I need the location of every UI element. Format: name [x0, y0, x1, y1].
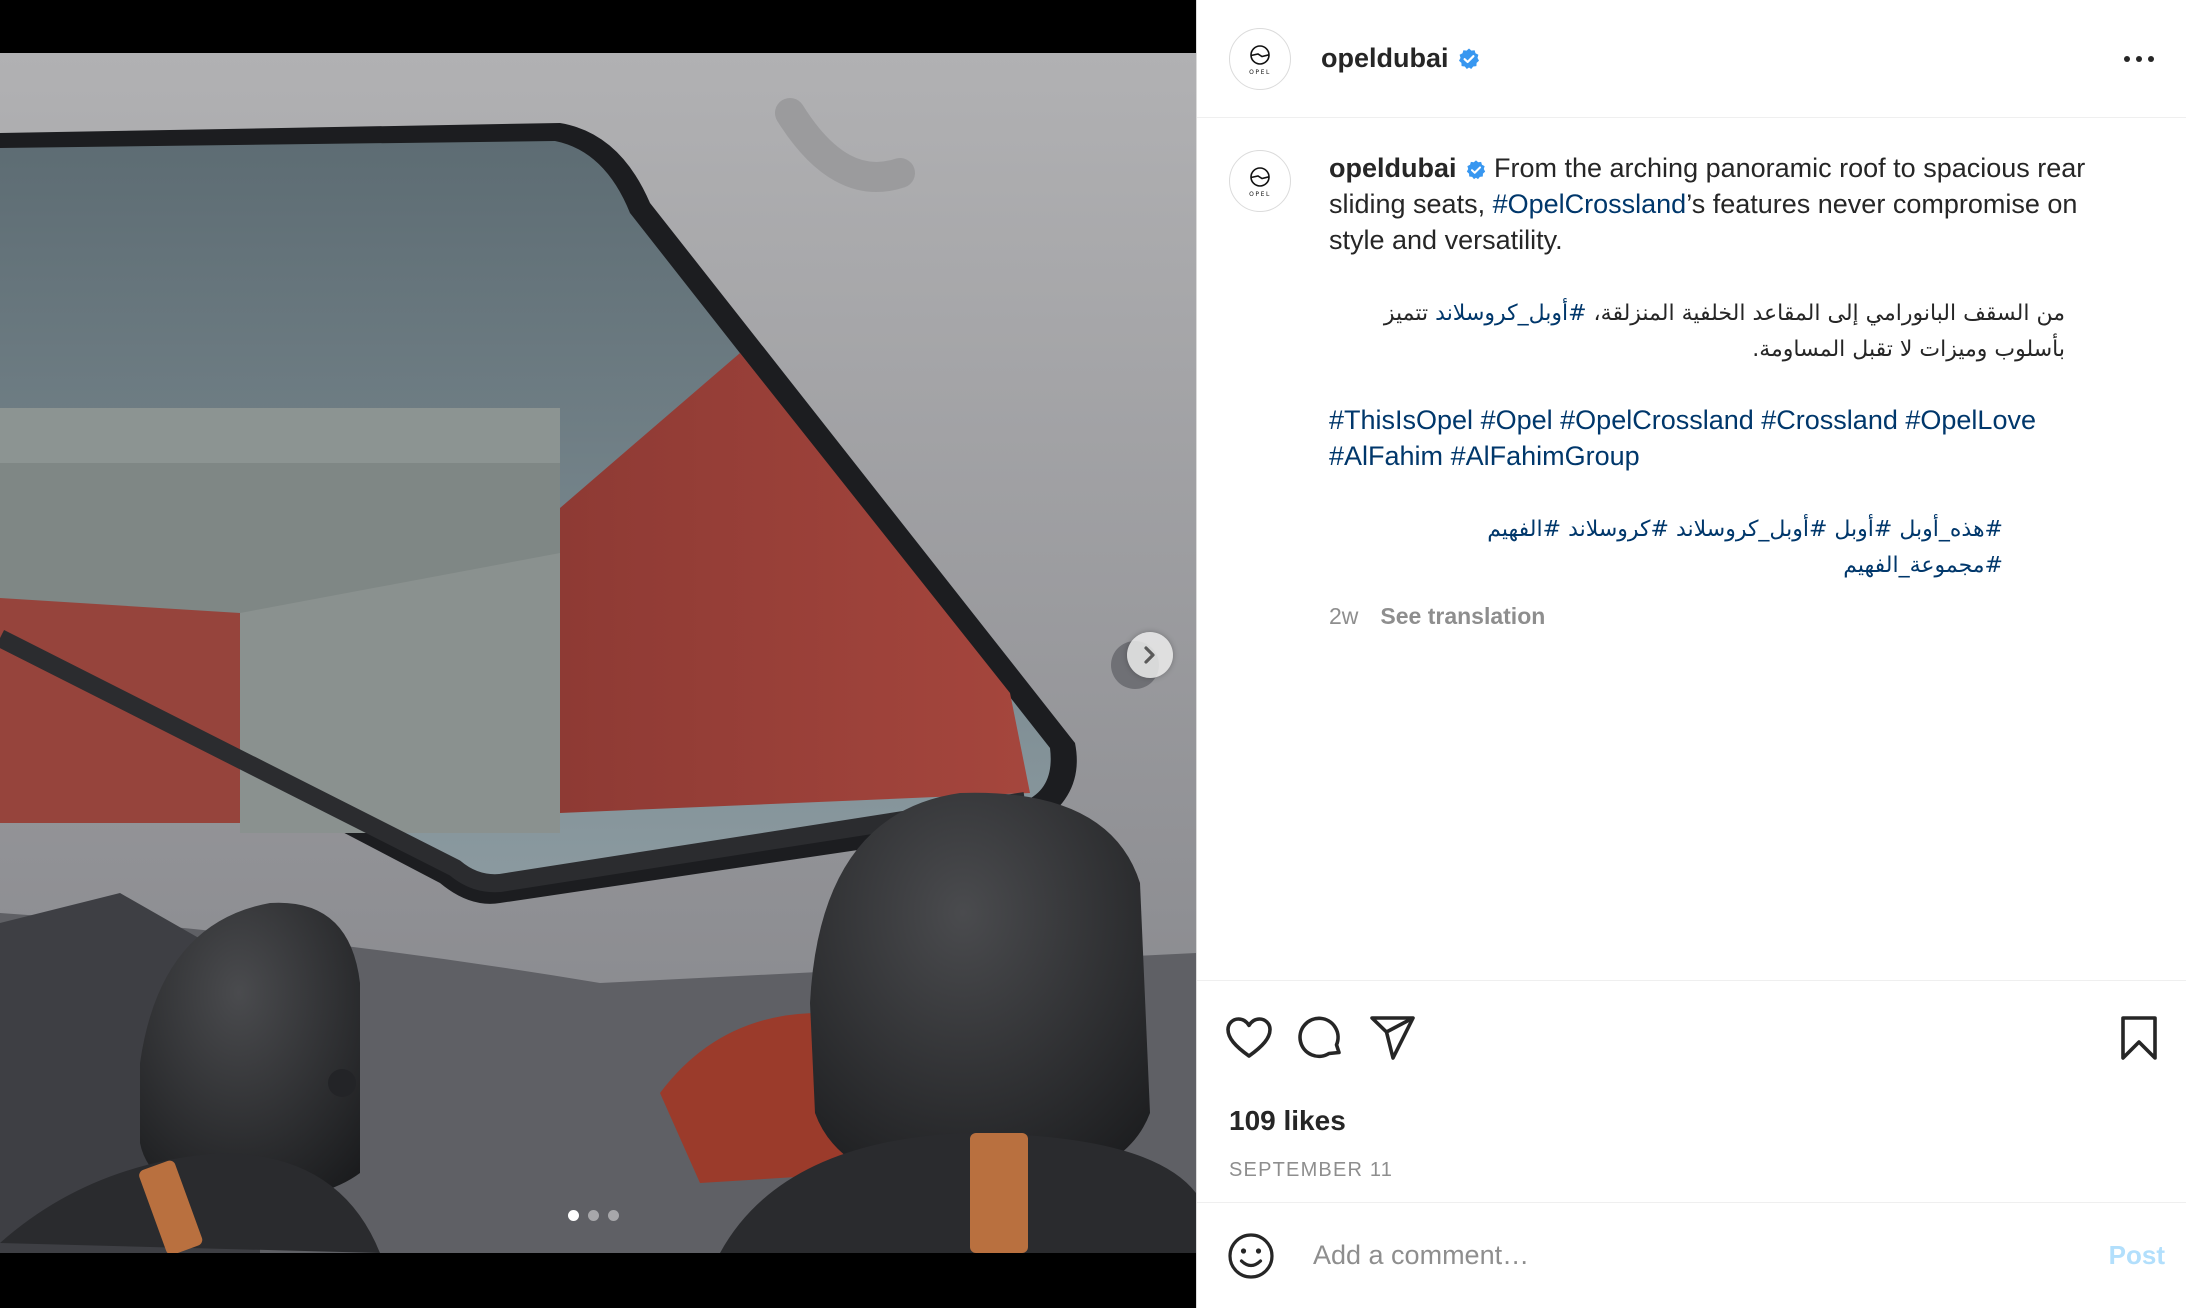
post-side-panel: OPEL opeldubai OPEL opeldubai From the a… [1196, 0, 2186, 1308]
caption-username[interactable]: opeldubai [1329, 153, 1457, 183]
post-header: OPEL opeldubai [1197, 0, 2186, 118]
hashtag-link[interactable]: #Crossland [1761, 405, 1898, 435]
comment-input[interactable] [1311, 1239, 2109, 1272]
caption-english: opeldubai From the arching panoramic roo… [1329, 150, 2119, 258]
hashtag-link[interactable]: #أوبل [1834, 517, 1892, 542]
hashtag-link[interactable]: #OpelCrossland [1560, 405, 1754, 435]
avatar-brand-text: OPEL [1249, 69, 1271, 76]
caption-avatar[interactable]: OPEL [1229, 150, 1291, 212]
action-bar [1197, 981, 2186, 1067]
opel-logo-icon: OPEL [1249, 167, 1271, 198]
post-username[interactable]: opeldubai [1321, 43, 1449, 74]
smiley-icon [1228, 1232, 1274, 1279]
post-photo[interactable] [0, 53, 1196, 1253]
share-button[interactable] [1369, 1015, 1417, 1061]
emoji-button[interactable] [1227, 1232, 1275, 1280]
carousel-next-button[interactable] [1127, 632, 1173, 678]
chevron-right-icon [1144, 646, 1155, 664]
carousel-indicator [568, 1210, 619, 1221]
bookmark-icon [2121, 1016, 2157, 1060]
carousel-dot-active [568, 1210, 579, 1221]
hashtag-link[interactable]: #أوبل_كروسلاند [1676, 517, 1827, 542]
more-dot [2148, 55, 2154, 62]
car-interior-illustration [0, 53, 1196, 1253]
more-dot [2136, 55, 2142, 62]
post-date[interactable]: SEPTEMBER 11 [1229, 1159, 2186, 1182]
verified-badge-icon [1457, 47, 1481, 71]
caption-avatar-brand-text: OPEL [1249, 191, 1271, 198]
comment-composer: Post [1197, 1202, 2186, 1308]
instagram-post: OPEL opeldubai OPEL opeldubai From the a… [0, 0, 2186, 1308]
heart-icon [1226, 1017, 1272, 1058]
hashtag-link[interactable]: #كروسلاند [1568, 517, 1669, 542]
post-actions-section: 109 likes SEPTEMBER 11 [1197, 980, 2186, 1182]
opel-logo-icon: OPEL [1249, 44, 1271, 76]
caption-body: opeldubai From the arching panoramic roo… [1329, 150, 2119, 634]
carousel-dot [608, 1210, 619, 1221]
caption-arabic-before: من السقف البانورامي إلى المقاعد الخلفية … [1586, 301, 2065, 326]
caption-hashtags: #ThisIsOpel #Opel #OpelCrossland #Crossl… [1329, 402, 2119, 474]
post-caption: OPEL opeldubai From the arching panorami… [1229, 150, 2149, 634]
hashtag-link[interactable]: #OpelLove [1905, 405, 2036, 435]
likes-count[interactable]: 109 likes [1229, 1105, 2186, 1137]
comment-button[interactable] [1297, 1014, 1345, 1062]
see-translation-button[interactable]: See translation [1380, 598, 1545, 634]
hashtag-link[interactable]: #AlFahimGroup [1451, 441, 1640, 471]
verified-badge-icon [1465, 159, 1487, 181]
hashtag-link[interactable]: #أوبل_كروسلاند [1435, 301, 1586, 326]
hashtag-link[interactable]: #مجموعة_الفهيم [1843, 553, 2003, 578]
hashtag-link[interactable]: #Opel [1481, 405, 1553, 435]
carousel-dot [588, 1210, 599, 1221]
caption-arabic: من السقف البانورامي إلى المقاعد الخلفية … [1329, 296, 2065, 368]
hashtag-link[interactable]: #ThisIsOpel [1329, 405, 1473, 435]
post-time[interactable]: 2w [1329, 598, 1358, 634]
avatar[interactable]: OPEL [1229, 27, 1291, 90]
caption-meta: 2w See translation [1329, 598, 2119, 634]
hashtag-link[interactable]: #الفهيم [1487, 517, 1561, 542]
post-comment-button[interactable]: Post [2109, 1240, 2165, 1271]
more-options-button[interactable] [2124, 46, 2154, 72]
more-dot [2124, 55, 2130, 62]
hashtag-link[interactable]: #هذه_أوبل [1899, 517, 2003, 542]
hashtag-link[interactable]: #AlFahim [1329, 441, 1443, 471]
comment-bubble-icon [1298, 1016, 1341, 1059]
paper-plane-icon [1370, 1016, 1415, 1060]
caption-arabic-hashtags: #هذه_أوبل #أوبل #أوبل_كروسلاند #كروسلاند… [1329, 512, 2003, 584]
post-media [0, 0, 1196, 1308]
like-button[interactable] [1225, 1016, 1273, 1060]
hashtag-link[interactable]: #OpelCrossland [1493, 189, 1687, 219]
save-button[interactable] [2119, 1015, 2159, 1061]
